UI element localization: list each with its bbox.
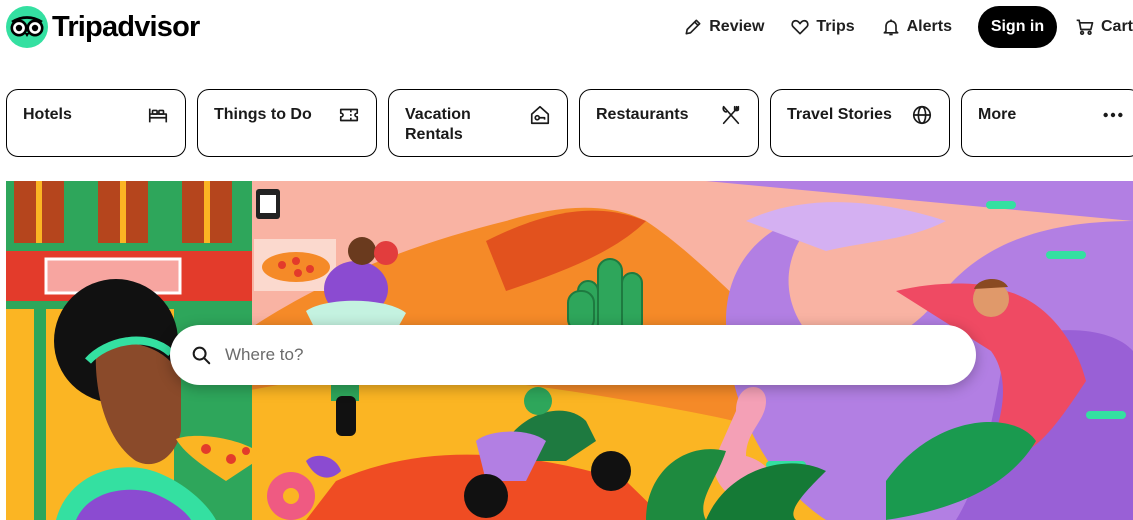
fork-knife-icon [722,105,740,125]
bed-icon [148,108,168,123]
tab-label: Hotels [23,106,72,123]
bell-icon [883,19,899,36]
tripadvisor-logo[interactable]: Tripadvisor [6,6,200,48]
tab-hotels[interactable]: Hotels [6,89,186,157]
tab-label: Vacation Rentals [405,106,471,143]
trips-link[interactable]: Trips [790,17,855,37]
cart-link[interactable]: Cart [1075,17,1133,37]
more-dots-icon [1103,112,1123,118]
tab-label: Things to Do [214,106,312,123]
cart-icon [1076,19,1094,35]
globe-icon [912,105,932,125]
tab-label: Restaurants [596,106,689,123]
search-bar[interactable] [170,325,976,385]
cart-label: Cart [1100,18,1133,35]
heart-icon [791,19,810,35]
ticket-icon [339,108,359,122]
search-input[interactable] [225,345,925,365]
hero-banner [6,181,1133,520]
sign-in-button[interactable]: Sign in [977,6,1057,48]
brand-name: Tripadvisor [52,10,200,43]
search-icon [192,346,211,365]
alerts-link[interactable]: Alerts [881,17,952,37]
owl-eyes-logo-icon [6,6,48,48]
tab-travel-stories[interactable]: Travel Stories [770,89,950,157]
tab-label: More [978,106,1017,123]
review-link[interactable]: Review [683,17,764,37]
tab-vacation-rentals[interactable]: Vacation Rentals [388,89,568,157]
header-nav: Review Trips Alerts Sign in Cart [683,6,1133,48]
category-tabs: Hotels Things to Do Vacation Rentals Res… [6,89,1133,157]
tab-more[interactable]: More [961,89,1133,157]
tab-things-to-do[interactable]: Things to Do [197,89,377,157]
review-label: Review [709,18,765,35]
tab-label: Travel Stories [787,106,892,123]
tab-restaurants[interactable]: Restaurants [579,89,759,157]
site-header: Tripadvisor Review Trips Alerts Sign in [0,0,1133,56]
pencil-icon [685,19,701,35]
house-key-icon [530,105,550,125]
trips-label: Trips [816,18,855,35]
alerts-label: Alerts [906,18,952,35]
